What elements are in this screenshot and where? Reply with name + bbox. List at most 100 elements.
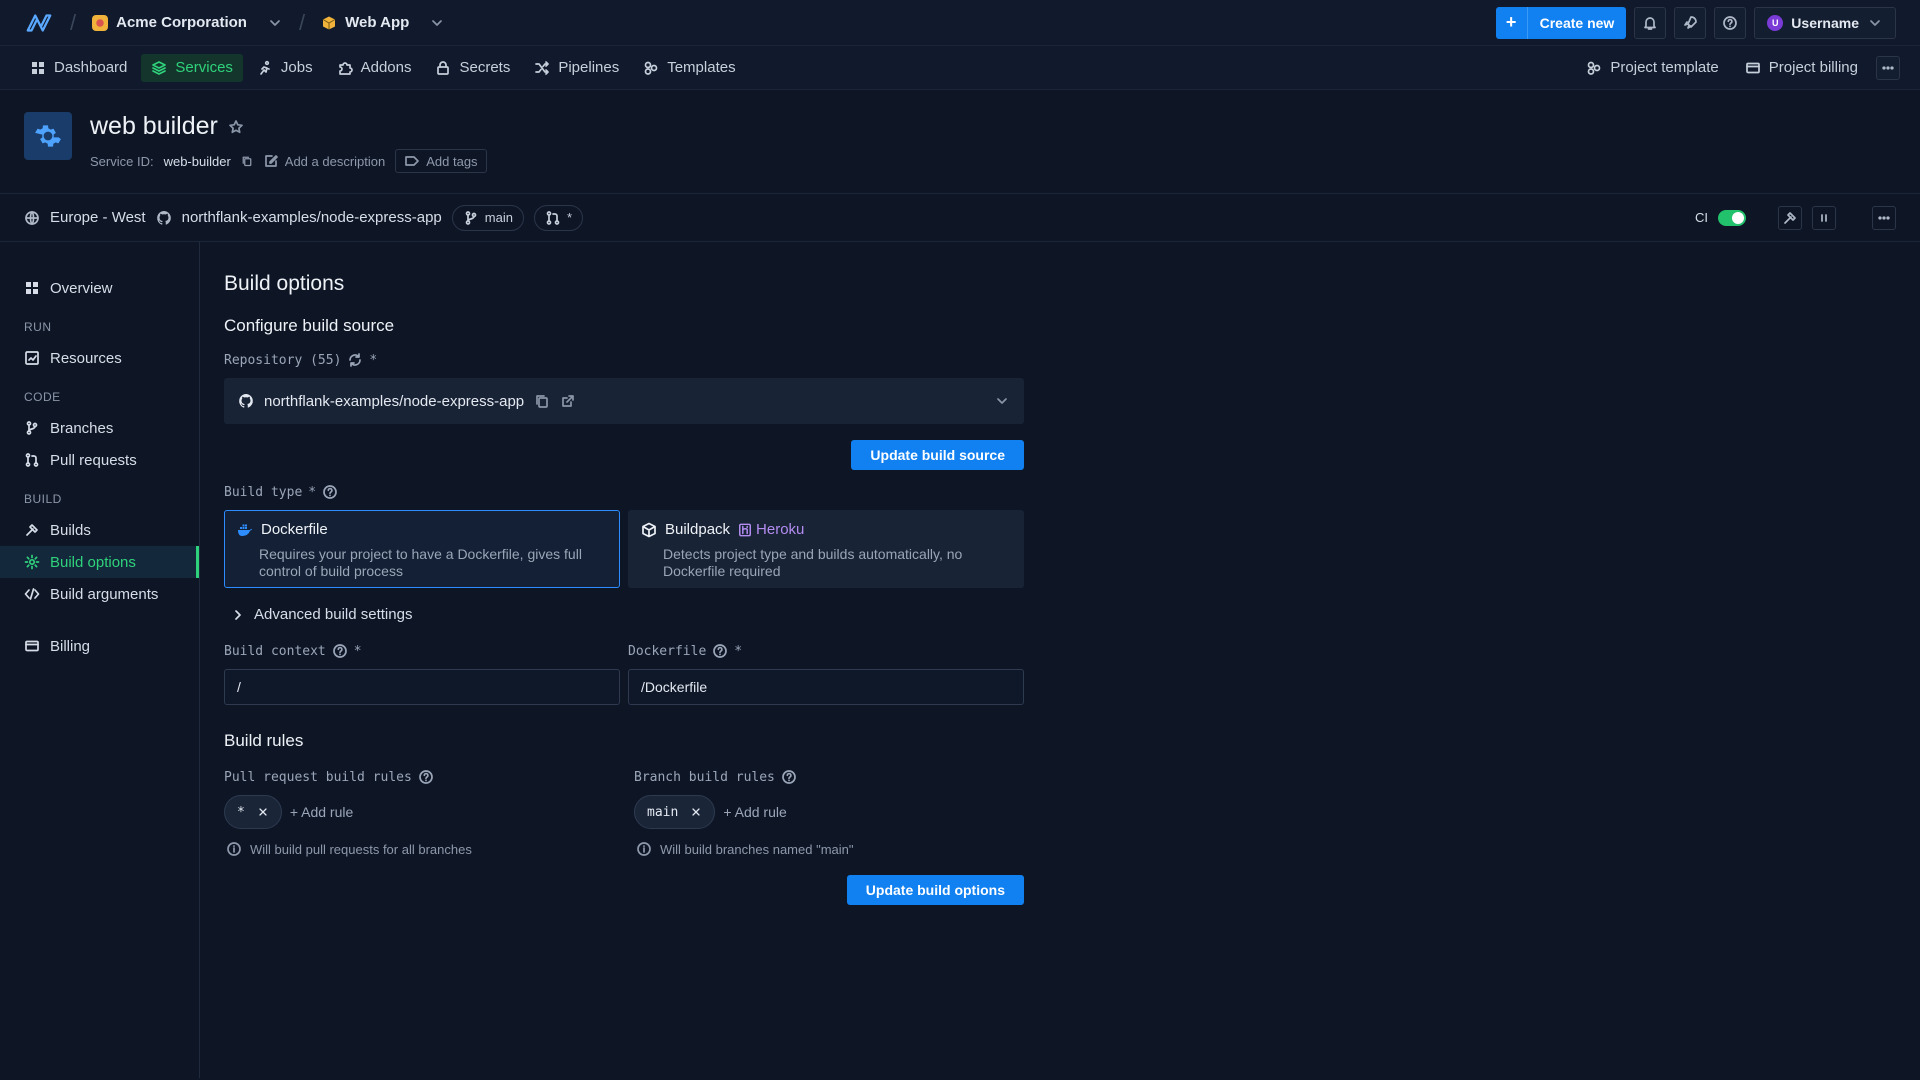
add-tags-button[interactable]: Add tags: [395, 149, 487, 173]
help-icon[interactable]: [781, 769, 797, 785]
chart-icon: [24, 350, 40, 366]
plus-icon: +: [1496, 6, 1528, 39]
copy-icon[interactable]: [534, 393, 550, 409]
ci-toggle[interactable]: [1718, 209, 1746, 226]
help-button[interactable]: [1714, 6, 1747, 39]
add-description-button[interactable]: Add a description: [263, 153, 385, 169]
add-pr-rule-button[interactable]: + Add rule: [290, 804, 353, 820]
dockerfile-path-input[interactable]: /Dockerfile: [628, 669, 1024, 705]
deploy-button[interactable]: [1674, 6, 1707, 39]
org-name: Acme Corporation: [116, 14, 247, 31]
dockerfile-title: Dockerfile: [261, 521, 328, 538]
service-id: web-builder: [163, 153, 231, 169]
repository-select[interactable]: northflank-examples/node-express-app: [224, 378, 1024, 424]
avatar: U: [1767, 14, 1784, 31]
git-branch-icon: [463, 210, 479, 226]
help-icon[interactable]: [332, 643, 348, 659]
breadcrumb-separator: /: [298, 9, 306, 35]
template-icon: [1586, 60, 1602, 76]
sidebar-item-label: Branches: [50, 419, 114, 437]
add-branch-rule-button[interactable]: + Add rule: [723, 804, 786, 820]
add-tags-label: Add tags: [426, 153, 478, 169]
close-icon[interactable]: [690, 806, 702, 818]
dockerfile-description: Requires your project to have a Dockerfi…: [259, 546, 582, 579]
more-horizontal-icon: [1880, 60, 1896, 76]
git-pull-request-icon: [24, 452, 40, 468]
build-type-dockerfile-card[interactable]: Dockerfile Requires your project to have…: [224, 510, 620, 588]
help-icon[interactable]: [418, 769, 434, 785]
sidebar-item-builds[interactable]: Builds: [0, 514, 199, 546]
pull-request-pill[interactable]: *: [533, 204, 584, 231]
puzzle-icon: [337, 60, 353, 76]
service-more-button[interactable]: [1872, 205, 1896, 230]
layers-icon: [151, 60, 167, 76]
northflank-logo-icon[interactable]: [24, 8, 54, 38]
nav-jobs[interactable]: Jobs: [247, 54, 323, 82]
gear-icon: [24, 112, 72, 160]
pr-rule-value: *: [237, 804, 245, 820]
branch-pill[interactable]: main: [451, 204, 524, 231]
heroku-icon: [738, 523, 752, 537]
help-icon[interactable]: [322, 484, 338, 500]
run-icon: [257, 60, 273, 76]
user-menu[interactable]: U Username: [1754, 6, 1896, 39]
nav-dashboard[interactable]: Dashboard: [20, 54, 137, 82]
sidebar-item-billing[interactable]: Billing: [0, 630, 199, 662]
required-mark: *: [308, 484, 317, 500]
sidebar-item-pull-requests[interactable]: Pull requests: [0, 444, 199, 476]
page-title: Build options: [224, 272, 345, 295]
heroku-badge: Heroku: [738, 521, 804, 538]
repository-value: northflank-examples/node-express-app: [264, 392, 525, 410]
sidebar-item-resources[interactable]: Resources: [0, 342, 199, 374]
external-link-icon[interactable]: [560, 393, 576, 409]
breadcrumb-separator: /: [70, 9, 77, 35]
more-horizontal-icon: [1876, 210, 1892, 226]
sidebar-item-branches[interactable]: Branches: [0, 412, 199, 444]
nav-templates[interactable]: Templates: [633, 54, 745, 82]
nav-services[interactable]: Services: [141, 53, 243, 82]
pause-button[interactable]: [1812, 205, 1836, 230]
hammer-icon: [1782, 210, 1798, 226]
buildpack-title: Buildpack: [665, 521, 731, 538]
project-template-link[interactable]: Project template: [1578, 59, 1726, 76]
update-build-options-button[interactable]: Update build options: [846, 875, 1024, 905]
tag-icon: [404, 153, 420, 169]
nav-secrets[interactable]: Secrets: [425, 54, 520, 82]
refresh-icon[interactable]: [347, 352, 363, 368]
advanced-build-settings-toggle[interactable]: Advanced build settings: [224, 606, 1024, 623]
sidebar-item-build-options[interactable]: Build options: [0, 546, 199, 578]
build-type-buildpack-card[interactable]: Buildpack Heroku Detects project type an…: [628, 510, 1024, 588]
nav-addons[interactable]: Addons: [327, 54, 422, 82]
service-header: web builder Service ID: web-builder Add …: [0, 90, 1920, 194]
sidebar-item-build-arguments[interactable]: Build arguments: [0, 578, 199, 610]
build-button[interactable]: [1778, 205, 1802, 230]
pr-build-rules-label: Pull request build rules: [224, 769, 620, 785]
star-icon[interactable]: [228, 119, 244, 135]
project-switcher[interactable]: Web App: [321, 14, 445, 31]
sidebar-item-overview[interactable]: Overview: [0, 272, 199, 304]
copy-icon[interactable]: [241, 155, 253, 167]
sidebar-item-label: Pull requests: [50, 451, 137, 469]
help-icon[interactable]: [712, 643, 728, 659]
github-icon: [238, 393, 254, 409]
more-options-button[interactable]: [1876, 55, 1900, 80]
create-new-button[interactable]: + Create new: [1495, 6, 1627, 39]
build-context-input[interactable]: /: [224, 669, 620, 705]
main-content: Build options Configure build source Rep…: [200, 242, 1920, 1078]
globe-icon: [24, 210, 40, 226]
grid-icon: [30, 60, 46, 76]
github-icon: [156, 210, 172, 226]
close-icon[interactable]: [257, 806, 269, 818]
repository-link[interactable]: northflank-examples/node-express-app: [182, 209, 442, 226]
service-sidebar: Overview RUN Resources CODE Branches Pul…: [0, 242, 200, 1078]
update-build-source-button[interactable]: Update build source: [851, 440, 1024, 470]
branch-rule-chip: main: [634, 795, 716, 829]
project-billing-link[interactable]: Project billing: [1737, 59, 1866, 76]
project-billing-label: Project billing: [1768, 59, 1858, 76]
nav-pipelines[interactable]: Pipelines: [524, 54, 629, 82]
org-switcher[interactable]: Acme Corporation: [92, 14, 283, 31]
project-template-label: Project template: [1610, 59, 1719, 76]
notifications-button[interactable]: [1634, 6, 1667, 39]
branch-rule-hint: Will build branches named "main": [634, 841, 1024, 857]
